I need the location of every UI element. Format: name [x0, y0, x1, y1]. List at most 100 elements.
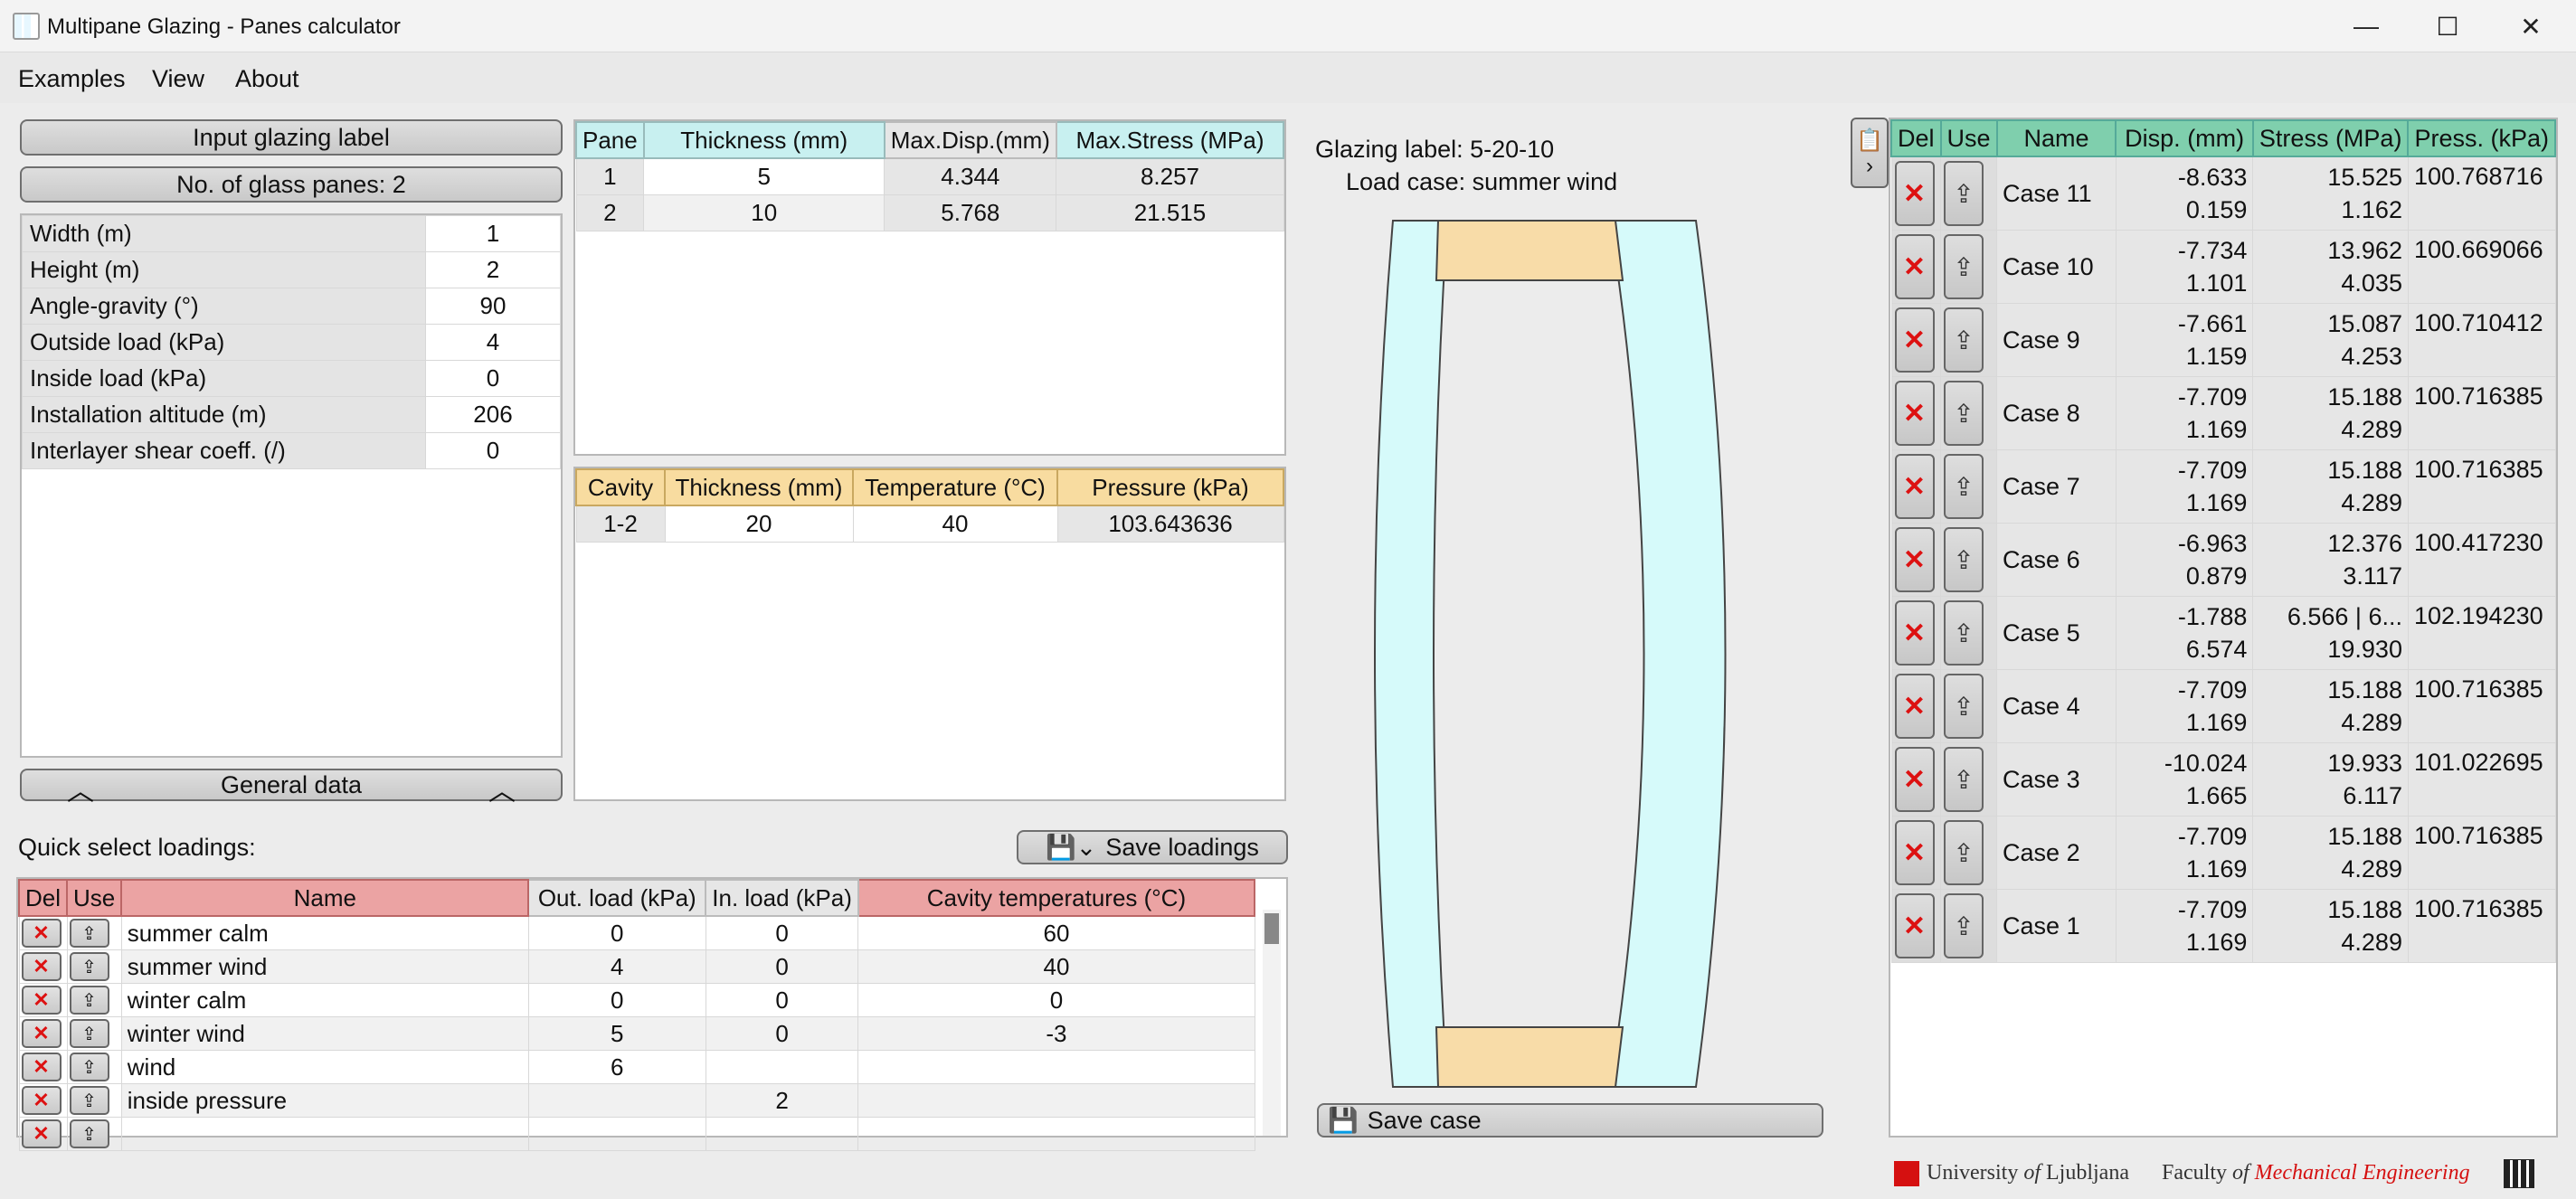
general-data-value[interactable]: 0 [425, 432, 561, 469]
maximize-button[interactable]: ☐ [2406, 0, 2489, 52]
delete-case-button[interactable]: ✕ [1894, 161, 1935, 226]
use-case-button[interactable]: ⇪ [1944, 674, 1984, 739]
delete-loading-button[interactable]: ✕ [21, 1119, 62, 1148]
loading-name[interactable] [120, 1117, 529, 1151]
loading-name[interactable]: summer calm [120, 915, 529, 950]
delete-loading-button[interactable]: ✕ [21, 952, 62, 981]
delete-loading-button[interactable]: ✕ [21, 1086, 62, 1115]
loading-name[interactable]: winter calm [120, 983, 529, 1017]
use-loading-button[interactable]: ⇪ [69, 986, 109, 1015]
case-del-cell: ✕ [1890, 669, 1942, 743]
loading-cavity-temps[interactable]: 0 [857, 983, 1255, 1017]
use-loading-button[interactable]: ⇪ [69, 1119, 109, 1148]
loading-cavity-temps[interactable] [857, 1083, 1255, 1118]
use-loading-button[interactable]: ⇪ [69, 1053, 109, 1081]
glass-panes-count-button[interactable]: No. of glass panes: 2 [20, 166, 563, 203]
upload-icon: ⇪ [1953, 692, 1975, 721]
loading-out-load[interactable]: 5 [527, 1016, 706, 1051]
loading-row: ✕ ⇪ wind 6 [18, 1050, 1255, 1084]
loading-in-load[interactable] [705, 1050, 859, 1084]
cavity-thickness[interactable]: 20 [664, 505, 854, 543]
scrollbar-thumb[interactable] [1264, 913, 1279, 944]
cavity-pressure: 103.643636 [1056, 505, 1284, 543]
loading-name[interactable]: inside pressure [120, 1083, 529, 1118]
use-case-button[interactable]: ⇪ [1944, 820, 1984, 885]
loading-cavity-temps[interactable]: 60 [857, 915, 1255, 950]
delete-case-button[interactable]: ✕ [1894, 234, 1935, 299]
delete-loading-button[interactable]: ✕ [21, 986, 62, 1015]
general-data-value[interactable]: 2 [425, 251, 561, 288]
general-data-value[interactable]: 206 [425, 396, 561, 433]
delete-case-button[interactable]: ✕ [1894, 600, 1935, 666]
close-button[interactable]: ✕ [2489, 0, 2572, 52]
delete-loading-button[interactable]: ✕ [21, 1053, 62, 1081]
loading-out-load[interactable] [527, 1117, 706, 1151]
use-case-button[interactable]: ⇪ [1944, 381, 1984, 446]
loading-out-load[interactable]: 4 [527, 949, 706, 984]
cavity-temperature[interactable]: 40 [852, 505, 1058, 543]
general-data-value[interactable]: 90 [425, 288, 561, 325]
loading-out-load[interactable]: 0 [527, 915, 706, 950]
use-case-button[interactable]: ⇪ [1944, 893, 1984, 958]
case-press: 100.669066 [2407, 230, 2556, 304]
loading-in-load[interactable]: 0 [705, 949, 859, 984]
delete-case-button[interactable]: ✕ [1894, 454, 1935, 519]
use-case-button[interactable]: ⇪ [1944, 454, 1984, 519]
loading-cavity-temps[interactable]: -3 [857, 1016, 1255, 1051]
close-icon: ✕ [33, 955, 50, 977]
delete-case-button[interactable]: ✕ [1894, 747, 1935, 812]
loading-cavity-temps[interactable] [857, 1117, 1255, 1151]
use-loading-button[interactable]: ⇪ [69, 1019, 109, 1048]
use-case-button[interactable]: ⇪ [1944, 234, 1984, 299]
use-case-button[interactable]: ⇪ [1944, 600, 1984, 666]
loading-name[interactable]: wind [120, 1050, 529, 1084]
case-name: Case 3 [1996, 742, 2117, 817]
general-data-toggle[interactable]: ︿ General data ︿ [20, 769, 563, 807]
pane-thickness[interactable]: 10 [643, 194, 886, 231]
delete-case-button[interactable]: ✕ [1894, 381, 1935, 446]
menu-view[interactable]: View [152, 65, 204, 93]
use-case-button[interactable]: ⇪ [1944, 161, 1984, 226]
loading-in-load[interactable]: 0 [705, 1016, 859, 1051]
use-loading-button[interactable]: ⇪ [69, 919, 109, 948]
general-data-value[interactable]: 0 [425, 360, 561, 397]
loading-out-load[interactable]: 0 [527, 983, 706, 1017]
general-data-value[interactable]: 1 [425, 215, 561, 252]
delete-case-button[interactable]: ✕ [1894, 674, 1935, 739]
loading-name[interactable]: summer wind [120, 949, 529, 984]
loading-in-load[interactable] [705, 1117, 859, 1151]
menu-about[interactable]: About [235, 65, 299, 93]
input-glazing-label-button[interactable]: Input glazing label [20, 119, 563, 156]
save-loadings-button[interactable]: 💾⌄ Save loadings [1017, 830, 1288, 864]
delete-case-button[interactable]: ✕ [1894, 820, 1935, 885]
use-case-button[interactable]: ⇪ [1944, 747, 1984, 812]
close-icon: ✕ [1902, 691, 1927, 722]
use-case-button[interactable]: ⇪ [1944, 527, 1984, 592]
cases-panel-toggle[interactable]: 📋 › [1851, 118, 1889, 188]
loadings-scrollbar[interactable] [1263, 910, 1281, 1136]
menu-examples[interactable]: Examples [18, 65, 126, 93]
delete-case-button[interactable]: ✕ [1894, 527, 1935, 592]
loading-in-load[interactable]: 2 [705, 1083, 859, 1118]
save-case-button[interactable]: 💾 Save case [1317, 1103, 1823, 1138]
loading-cavity-temps[interactable]: 40 [857, 949, 1255, 984]
general-data-value[interactable]: 4 [425, 324, 561, 361]
loading-cavity-temps[interactable] [857, 1050, 1255, 1084]
delete-case-button[interactable]: ✕ [1894, 307, 1935, 373]
delete-loading-button[interactable]: ✕ [21, 919, 62, 948]
loading-out-load[interactable] [527, 1083, 706, 1118]
delete-case-button[interactable]: ✕ [1894, 893, 1935, 958]
use-loading-button[interactable]: ⇪ [69, 952, 109, 981]
loading-out-load[interactable]: 6 [527, 1050, 706, 1084]
use-case-button[interactable]: ⇪ [1944, 307, 1984, 373]
delete-loading-button[interactable]: ✕ [21, 1019, 62, 1048]
loading-in-load[interactable]: 0 [705, 983, 859, 1017]
case-use-cell: ⇪ [1940, 230, 1998, 304]
case-press: 100.417230 [2407, 523, 2556, 597]
loading-in-load[interactable]: 0 [705, 915, 859, 950]
loading-name[interactable]: winter wind [120, 1016, 529, 1051]
table-row: 2 10 5.768 21.515 [575, 194, 1284, 231]
minimize-button[interactable]: — [2325, 0, 2408, 52]
use-loading-button[interactable]: ⇪ [69, 1086, 109, 1115]
pane-thickness[interactable]: 5 [643, 157, 886, 195]
